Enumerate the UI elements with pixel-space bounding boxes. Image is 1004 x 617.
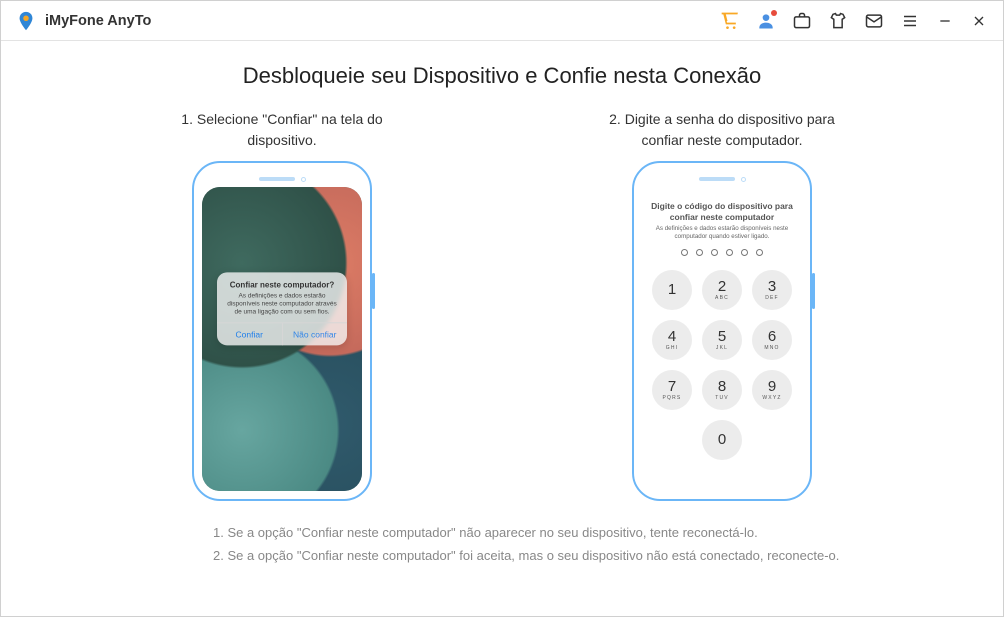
step-2: 2. Digite a senha do dispositivo para co… (592, 109, 852, 501)
keypad-key-9[interactable]: 9WXYZ (752, 370, 792, 410)
dialog-trust-button[interactable]: Confiar (217, 323, 282, 345)
keypad-blank (652, 420, 692, 460)
dialog-title: Confiar neste computador? (225, 280, 339, 289)
step-1-text: 1. Selecione "Confiar" na tela do dispos… (152, 109, 412, 151)
main-content: Desbloqueie seu Dispositivo e Confie nes… (1, 41, 1003, 568)
briefcase-icon[interactable] (791, 10, 813, 32)
keypad-key-4[interactable]: 4GHI (652, 320, 692, 360)
page-title: Desbloqueie seu Dispositivo e Confie nes… (41, 63, 963, 89)
step-2-text: 2. Digite a senha do dispositivo para co… (592, 109, 852, 151)
note-1: 1. Se a opção "Confiar neste computador"… (213, 521, 963, 544)
passcode-sub: As definições e dados estarão disponívei… (650, 225, 794, 241)
dialog-buttons: Confiar Não confiar (217, 322, 347, 345)
phone-2-screen: Digite o código do dispositivo para conf… (642, 187, 802, 491)
titlebar-actions (719, 10, 989, 32)
passcode-dots (650, 249, 794, 256)
tshirt-icon[interactable] (827, 10, 849, 32)
titlebar: iMyFone AnyTo (1, 1, 1003, 41)
menu-icon[interactable] (899, 10, 921, 32)
step-1: 1. Selecione "Confiar" na tela do dispos… (152, 109, 412, 501)
keypad-blank (752, 420, 792, 460)
phone-mock-1: Confiar neste computador? As definições … (192, 161, 372, 501)
keypad-key-2[interactable]: 2ABC (702, 270, 742, 310)
passcode-title: Digite o código do dispositivo para conf… (650, 201, 794, 222)
keypad-key-7[interactable]: 7PQRS (652, 370, 692, 410)
app-name: iMyFone AnyTo (45, 13, 151, 29)
dialog-dont-trust-button[interactable]: Não confiar (282, 323, 348, 345)
keypad-key-3[interactable]: 3DEF (752, 270, 792, 310)
keypad-key-0[interactable]: 0 (702, 420, 742, 460)
phone-1-screen: Confiar neste computador? As definições … (202, 187, 362, 491)
account-icon[interactable] (755, 10, 777, 32)
phone-notch (202, 171, 362, 187)
footer-notes: 1. Se a opção "Confiar neste computador"… (41, 521, 963, 568)
keypad-key-5[interactable]: 5JKL (702, 320, 742, 360)
passcode-wrapper: Digite o código do dispositivo para conf… (642, 187, 802, 491)
brand: iMyFone AnyTo (15, 10, 151, 32)
note-2: 2. Se a opção "Confiar neste computador"… (213, 544, 963, 567)
cart-icon[interactable] (719, 10, 741, 32)
keypad-key-6[interactable]: 6MNO (752, 320, 792, 360)
dialog-body: As definições e dados estarão disponívei… (225, 292, 339, 316)
steps-row: 1. Selecione "Confiar" na tela do dispos… (41, 109, 963, 501)
app-logo-icon (15, 10, 37, 32)
mail-icon[interactable] (863, 10, 885, 32)
keypad-key-8[interactable]: 8TUV (702, 370, 742, 410)
phone-notch (642, 171, 802, 187)
minimize-button[interactable] (935, 13, 955, 29)
trust-dialog: Confiar neste computador? As definições … (217, 272, 347, 345)
phone-mock-2: Digite o código do dispositivo para conf… (632, 161, 812, 501)
close-button[interactable] (969, 13, 989, 29)
keypad-key-1[interactable]: 1 (652, 270, 692, 310)
keypad: 12ABC3DEF 4GHI5JKL6MNO 7PQRS8TUV9WXYZ0 (650, 270, 794, 460)
